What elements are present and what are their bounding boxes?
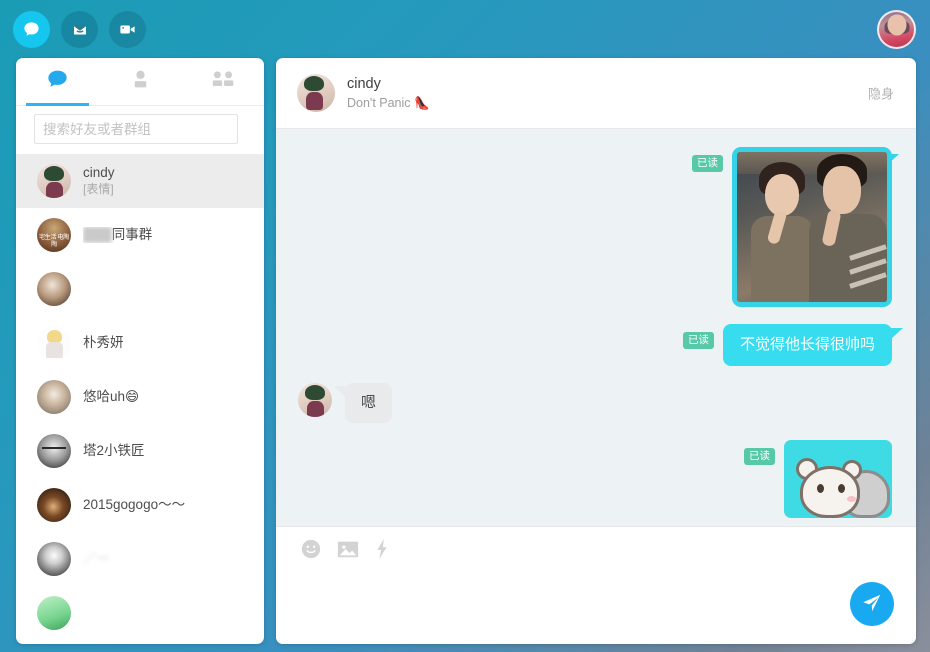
tab-active-indicator	[25, 103, 89, 106]
contact-preview: [表情]	[83, 182, 114, 196]
contact-signature: Don't Panic 👠	[347, 95, 430, 110]
read-receipt-badge: 已读	[744, 448, 775, 465]
bubble-tail	[891, 328, 903, 339]
incoming-message-bubble[interactable]: 嗯	[334, 383, 393, 423]
my-profile-avatar[interactable]	[877, 10, 916, 49]
status-badge[interactable]: 隐身	[868, 84, 894, 103]
avatar[interactable]	[298, 383, 332, 417]
contact-name: ███同事群	[83, 227, 153, 242]
avatar[interactable]	[297, 74, 335, 112]
message-text: 不觉得他长得很帅吗	[739, 336, 875, 353]
avatar	[37, 380, 71, 414]
message-row: 已读 不觉得他长得很帅吗	[298, 324, 903, 366]
top-bar	[0, 0, 930, 60]
list-item[interactable]: 宅生活 电陶陶 ███同事群	[16, 208, 264, 262]
avatar	[37, 272, 71, 306]
contact-name: cindy	[83, 165, 115, 180]
message-list[interactable]: 已读 已读 不觉得他长得很帅吗 嗯 已读	[276, 129, 916, 526]
list-item[interactable]: 悠哈uh😄	[16, 370, 264, 424]
sidebar-tabs	[16, 58, 264, 106]
list-item[interactable]: 朴秀妍	[16, 316, 264, 370]
page-title: cindy	[347, 75, 381, 92]
contact-name: 塔2小铁匠	[83, 443, 145, 458]
list-item[interactable]: ／一	[16, 532, 264, 586]
contact-name: ／一	[83, 551, 110, 566]
bubble-tail	[891, 442, 892, 453]
read-receipt-badge: 已读	[682, 332, 714, 349]
top-nav	[13, 11, 146, 48]
message-photo	[737, 152, 887, 302]
read-receipt-badge: 已读	[692, 155, 723, 172]
tab-contacts[interactable]	[99, 58, 182, 105]
composer	[276, 526, 916, 644]
top-nav-mail-button[interactable]	[61, 11, 98, 48]
avatar	[37, 488, 71, 522]
tab-chats[interactable]	[16, 58, 99, 106]
list-item[interactable]: 2015gogogo〜〜	[16, 478, 264, 532]
message-text: 嗯	[361, 394, 377, 411]
image-message-bubble[interactable]	[732, 147, 899, 307]
avatar	[37, 596, 71, 630]
outgoing-message-bubble[interactable]: 不觉得他长得很帅吗	[722, 324, 903, 366]
search-area	[16, 106, 264, 154]
message-input[interactable]	[298, 579, 806, 632]
avatar-face	[887, 14, 906, 36]
list-item[interactable]	[16, 586, 264, 640]
composer-toolbar	[276, 527, 916, 560]
person-icon	[128, 67, 153, 97]
emoji-icon[interactable]	[300, 538, 322, 560]
search-input[interactable]	[34, 114, 238, 144]
message-row: 嗯	[298, 383, 892, 423]
send-button[interactable]	[850, 582, 894, 626]
bubble-tail	[334, 386, 346, 397]
video-camera-icon	[118, 20, 137, 39]
list-item[interactable]	[16, 262, 264, 316]
sidebar-panel: cindy [表情] 宅生活 电陶陶 ███同事群 朴秀妍	[16, 58, 264, 644]
tab-groups[interactable]	[181, 58, 264, 105]
avatar: 宅生活 电陶陶	[37, 218, 71, 252]
tab-active-indicator	[109, 103, 172, 106]
chat-bubble-icon	[22, 20, 41, 39]
group-icon	[209, 67, 237, 97]
avatar	[37, 326, 71, 360]
envelope-icon	[71, 21, 89, 39]
image-icon[interactable]	[336, 538, 360, 560]
top-nav-video-button[interactable]	[109, 11, 146, 48]
chat-bubble-icon	[45, 67, 70, 97]
chat-header: cindy Don't Panic 👠 隐身	[276, 58, 916, 129]
contact-list[interactable]: cindy [表情] 宅生活 电陶陶 ███同事群 朴秀妍 悠哈uh😄 塔2小铁…	[16, 154, 264, 644]
avatar	[37, 164, 71, 198]
avatar	[37, 542, 71, 576]
contact-name: 朴秀妍	[83, 335, 124, 350]
top-nav-chat-button[interactable]	[13, 11, 50, 48]
contact-name: 2015gogogo〜〜	[83, 497, 186, 512]
message-row: 已读	[298, 147, 899, 307]
tab-active-indicator	[191, 103, 254, 106]
avatar	[37, 434, 71, 468]
chat-panel: cindy Don't Panic 👠 隐身 已读 已读 不觉得他长得很帅吗 嗯…	[276, 58, 916, 644]
contact-name: 悠哈uh😄	[83, 389, 140, 404]
list-item[interactable]: cindy [表情]	[16, 154, 264, 208]
avatar-label: 宅生活 电陶陶	[39, 235, 69, 248]
send-paper-plane-icon	[861, 592, 883, 617]
bubble-tail	[886, 154, 899, 166]
sticker-message-bubble[interactable]	[784, 440, 892, 518]
list-item[interactable]: 塔2小铁匠	[16, 424, 264, 478]
message-row: 已读	[298, 440, 892, 518]
lightning-icon[interactable]	[374, 538, 390, 560]
